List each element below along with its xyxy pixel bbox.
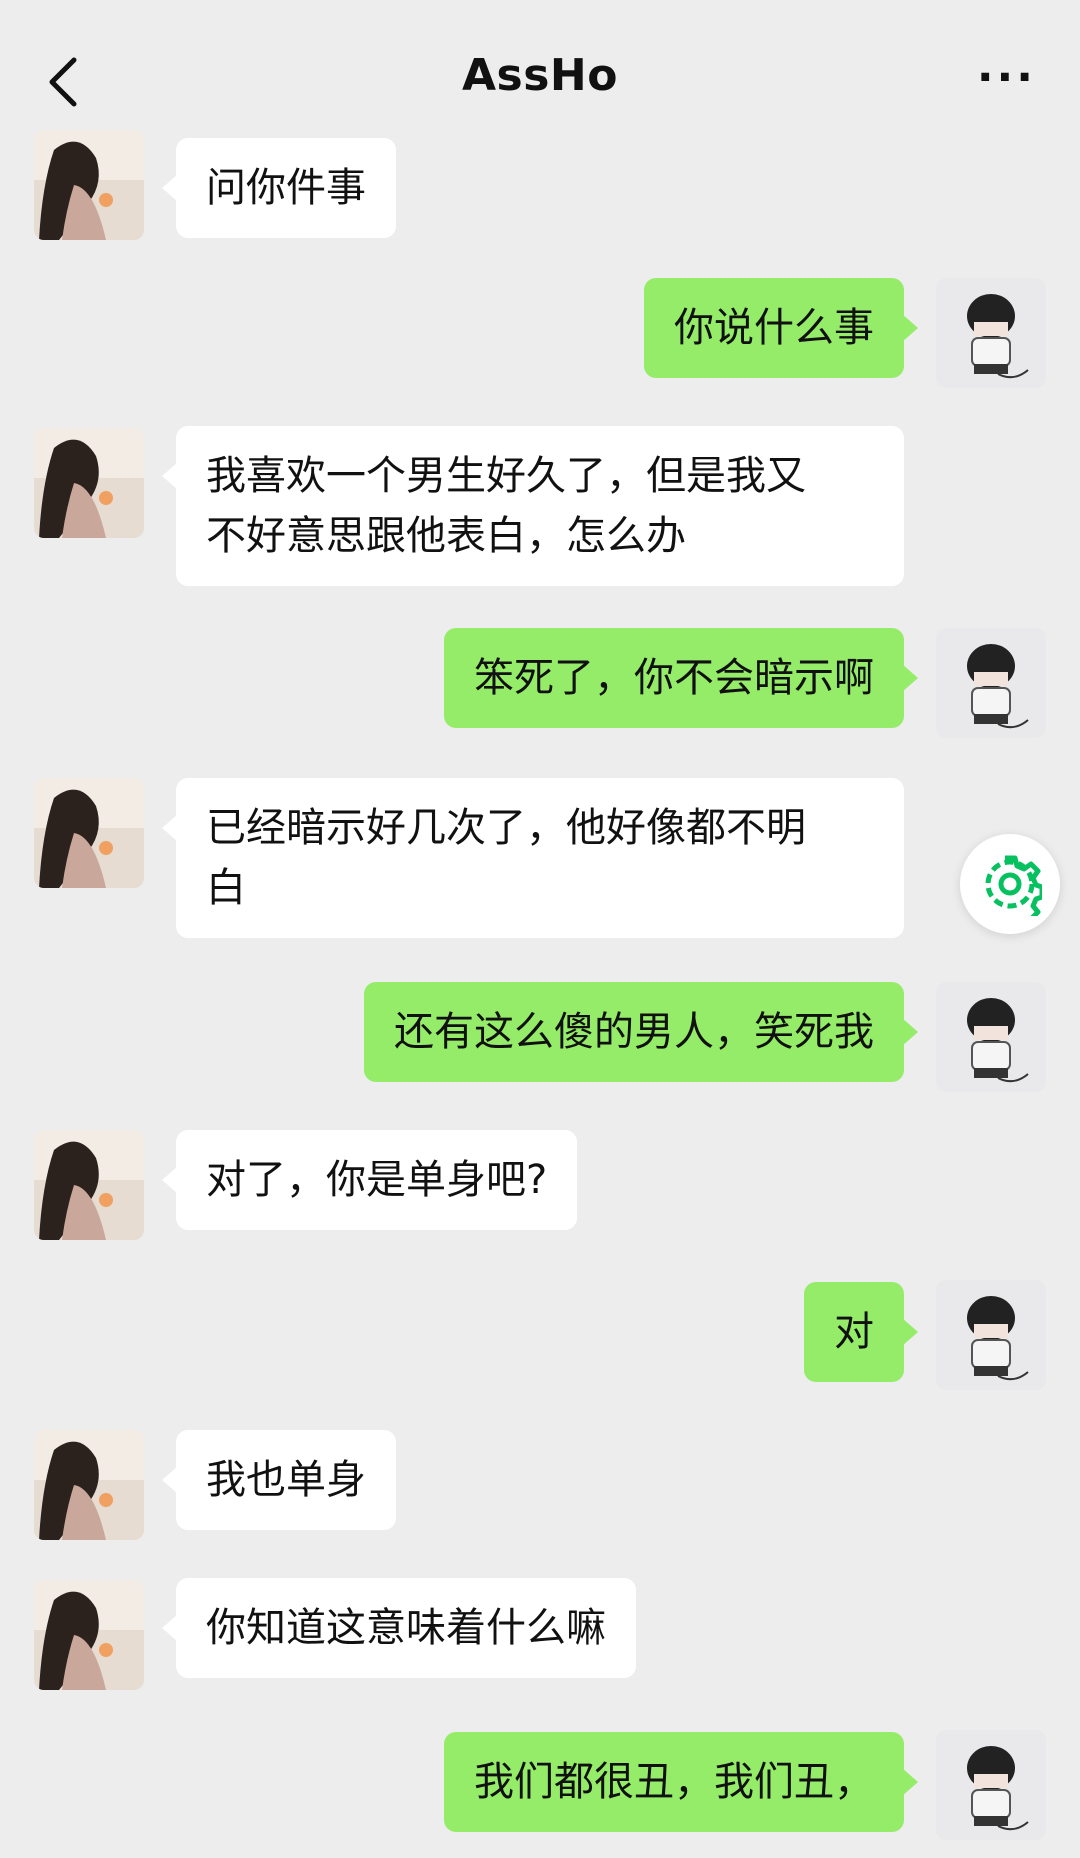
- outgoing-message[interactable]: 笨死了，你不会暗示啊: [444, 628, 918, 728]
- incoming-message[interactable]: 我也单身: [162, 1430, 396, 1530]
- boy-avatar-image: [936, 278, 1046, 388]
- user-avatar[interactable]: [936, 278, 1046, 388]
- incoming-message[interactable]: 你知道这意味着什么嘛: [162, 1578, 636, 1678]
- boy-avatar-image: [936, 628, 1046, 738]
- girl-avatar-image: [34, 1430, 144, 1540]
- outgoing-message[interactable]: 对: [804, 1282, 918, 1382]
- incoming-message[interactable]: 已经暗示好几次了，他好像都不明 白: [162, 778, 904, 938]
- incoming-message[interactable]: 对了，你是单身吧?: [161, 1130, 578, 1230]
- more-options-button[interactable]: ···: [977, 56, 1036, 100]
- contact-avatar[interactable]: [34, 1130, 144, 1240]
- incoming-message[interactable]: 我喜欢一个男生好久了，但是我又 不好意思跟他表白，怎么办: [162, 426, 904, 586]
- girl-avatar-image: [34, 428, 144, 538]
- boy-avatar-image: [936, 982, 1046, 1092]
- contact-avatar[interactable]: [34, 1430, 144, 1540]
- girl-avatar-image: [34, 130, 144, 240]
- boy-avatar-image: [936, 1280, 1046, 1390]
- contact-avatar[interactable]: [34, 778, 144, 888]
- user-avatar[interactable]: [936, 628, 1046, 738]
- top-bar: AssHo ···: [0, 0, 1080, 150]
- contact-avatar[interactable]: [34, 130, 144, 240]
- outgoing-message[interactable]: 还有这么傻的男人，笑死我: [364, 982, 918, 1082]
- outgoing-message[interactable]: 我们都很丑，我们丑，: [444, 1732, 918, 1832]
- user-avatar[interactable]: [936, 982, 1046, 1092]
- chat-title: AssHo: [462, 50, 618, 101]
- gear-icon: [985, 855, 1042, 916]
- incoming-message[interactable]: 问你件事: [162, 138, 396, 238]
- contact-avatar[interactable]: [34, 428, 144, 538]
- contact-avatar[interactable]: [34, 1580, 144, 1690]
- outgoing-message[interactable]: 你说什么事: [644, 278, 918, 378]
- floating-settings-button[interactable]: [960, 834, 1060, 934]
- user-avatar[interactable]: [936, 1280, 1046, 1390]
- girl-avatar-image: [34, 778, 144, 888]
- user-avatar[interactable]: [936, 1730, 1046, 1840]
- girl-avatar-image: [34, 1580, 144, 1690]
- girl-avatar-image: [34, 1130, 144, 1240]
- boy-avatar-image: [936, 1730, 1046, 1840]
